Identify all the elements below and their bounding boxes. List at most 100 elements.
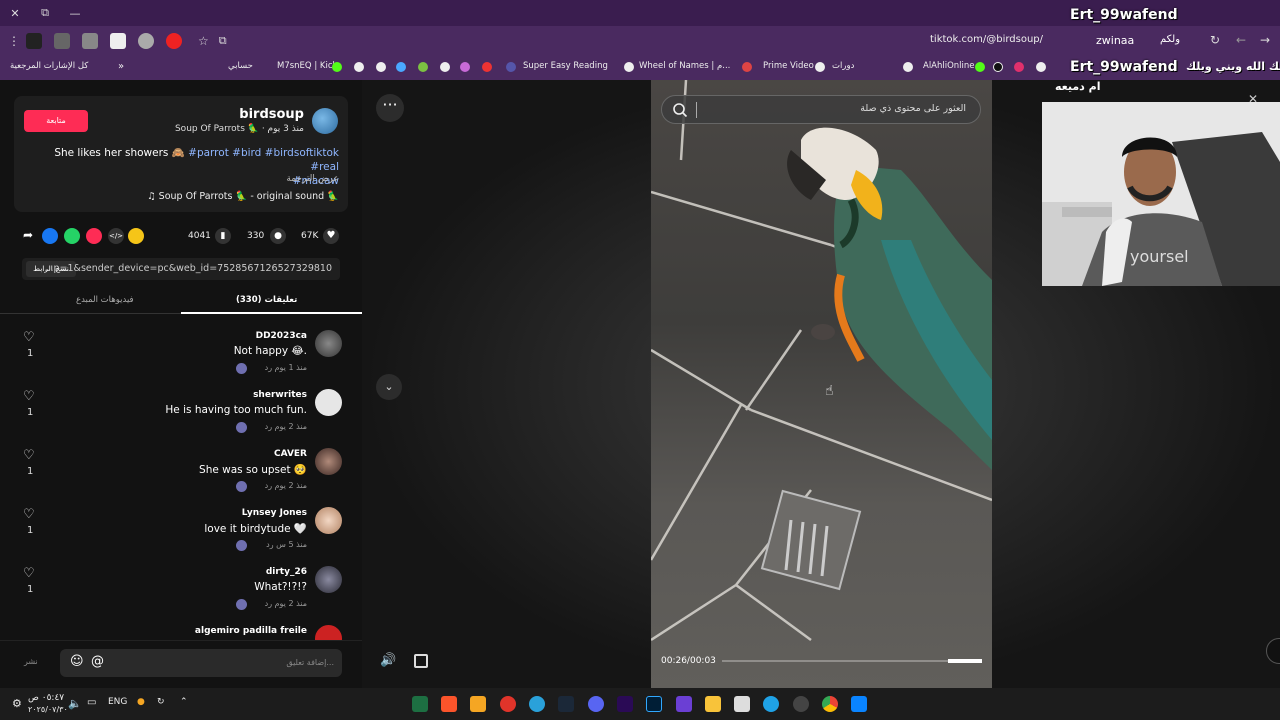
search-icon[interactable] bbox=[672, 102, 688, 118]
extension-icon[interactable] bbox=[110, 33, 126, 49]
clock-date[interactable]: ٢٠٢٥/٠٧/٣٠ bbox=[28, 705, 68, 714]
back-icon[interactable]: → bbox=[1260, 33, 1270, 47]
bookmark-prime-video[interactable]: Prime Video bbox=[763, 61, 814, 71]
post-comment-button[interactable]: نشر bbox=[24, 657, 38, 666]
bookmark-courses[interactable]: دورات bbox=[832, 61, 854, 71]
clock-time[interactable]: ٠٥:٤٧ ص bbox=[28, 693, 64, 703]
chevron-icon[interactable]: » bbox=[118, 61, 124, 72]
menu-icon[interactable]: ⋮ bbox=[8, 34, 20, 48]
app-icon[interactable] bbox=[676, 696, 692, 712]
comment-meta[interactable]: منذ 2 يوم رد bbox=[265, 599, 307, 608]
network-icon[interactable]: ▭ bbox=[87, 697, 96, 708]
comment-author[interactable]: sherwrites bbox=[253, 390, 307, 400]
see-translation-link[interactable]: عرض الترجمة bbox=[286, 174, 339, 184]
tab-comments[interactable]: تعليقات (330) bbox=[236, 295, 297, 305]
related-search-bar[interactable]: العثور على محتوى ذي صلة bbox=[661, 95, 981, 124]
forward-icon[interactable]: ← bbox=[1236, 33, 1246, 47]
store-icon[interactable] bbox=[734, 696, 750, 712]
sync-icon[interactable]: ↻ bbox=[157, 697, 165, 707]
settings-gear-icon[interactable]: ⚙ bbox=[12, 697, 22, 710]
send-icon[interactable] bbox=[86, 228, 102, 244]
comment-meta[interactable]: منذ 2 يوم رد bbox=[265, 481, 307, 490]
close-window-icon[interactable]: ✕ bbox=[0, 7, 30, 20]
extension-icon[interactable] bbox=[54, 33, 70, 49]
heart-icon[interactable]: ♡ bbox=[23, 507, 35, 522]
reload-icon[interactable]: ↻ bbox=[1210, 33, 1220, 47]
chevron-up-icon[interactable]: ⌃ bbox=[180, 697, 188, 707]
heart-icon[interactable]: ♡ bbox=[23, 330, 35, 345]
extensions-puzzle-icon[interactable] bbox=[82, 33, 98, 49]
comment-author[interactable]: Lynsey Jones bbox=[242, 508, 307, 518]
heart-icon[interactable]: ♡ bbox=[23, 389, 35, 404]
comment-input[interactable]: ☺ @ إضافة تعليق... bbox=[60, 649, 342, 677]
brave-browser-icon[interactable] bbox=[441, 696, 457, 712]
app-icon[interactable] bbox=[470, 696, 486, 712]
discord-icon[interactable] bbox=[588, 696, 604, 712]
comment-meta[interactable]: منذ 2 يوم رد bbox=[265, 422, 307, 431]
avatar[interactable] bbox=[315, 625, 342, 640]
comment-author[interactable]: dirty_26 bbox=[266, 567, 307, 577]
comment-author[interactable]: CAVER bbox=[274, 449, 307, 459]
speaker-icon[interactable]: 🔈 bbox=[68, 697, 82, 710]
bookmark-all[interactable]: كل الإشارات المرجعية bbox=[10, 61, 88, 71]
avatar[interactable] bbox=[315, 448, 342, 475]
share-page-icon[interactable]: ⧉ bbox=[219, 34, 227, 48]
follow-button[interactable]: متابعة bbox=[24, 110, 88, 132]
minimize-window-icon[interactable]: — bbox=[60, 7, 90, 20]
bookmark-kick[interactable]: M7snEQ | Kick bbox=[277, 61, 337, 71]
username[interactable]: birdsoup bbox=[239, 107, 304, 122]
url-field[interactable]: tiktok.com/@birdsoup/ bbox=[930, 34, 1043, 45]
volume-icon[interactable]: 🔊 bbox=[380, 653, 396, 668]
extension-icon[interactable] bbox=[138, 33, 154, 49]
extension-icon[interactable] bbox=[26, 33, 42, 49]
share-link-text[interactable]: ...p=1&sender_device=pc&web_id=752856712… bbox=[44, 263, 332, 274]
tab-creator-videos[interactable]: فيديوهات المبدع bbox=[76, 295, 134, 305]
chrome-icon[interactable] bbox=[822, 696, 838, 712]
whatsapp-icon[interactable] bbox=[64, 228, 80, 244]
next-video-chevron-down-icon[interactable]: ⌄ bbox=[376, 374, 402, 400]
comment-meta[interactable]: منذ 5 س رد bbox=[266, 540, 307, 549]
edge-icon[interactable] bbox=[763, 696, 779, 712]
youtube-extension-icon[interactable] bbox=[166, 33, 182, 49]
bookmark-alahli[interactable]: AlAhliOnline bbox=[923, 61, 975, 71]
heart-icon[interactable]: ♡ bbox=[23, 566, 35, 581]
bookmark-my-account[interactable]: حسابي bbox=[228, 61, 253, 71]
telegram-icon[interactable] bbox=[529, 696, 545, 712]
sound-link[interactable]: ♫ Soup Of Parrots 🦜 - original sound 🦜 bbox=[147, 191, 339, 202]
emoji-icon[interactable] bbox=[128, 228, 144, 244]
photoshop-icon[interactable] bbox=[646, 696, 662, 712]
avatar[interactable] bbox=[315, 566, 342, 593]
heart-icon[interactable]: ♡ bbox=[23, 448, 35, 463]
premiere-pro-icon[interactable] bbox=[617, 696, 633, 712]
obs-icon[interactable] bbox=[793, 696, 809, 712]
more-options-button[interactable]: ··· bbox=[376, 94, 404, 122]
bookmark-wheel-of-names[interactable]: Wheel of Names | م... bbox=[639, 61, 730, 71]
excel-icon[interactable] bbox=[412, 696, 428, 712]
star-bookmark-icon[interactable]: ☆ bbox=[198, 34, 209, 48]
like-heart-icon[interactable]: ♥ bbox=[323, 228, 339, 244]
embed-icon[interactable]: </> bbox=[108, 228, 124, 244]
avatar[interactable] bbox=[315, 389, 342, 416]
facebook-icon[interactable] bbox=[42, 228, 58, 244]
comment-meta[interactable]: منذ 1 يوم رد bbox=[265, 363, 307, 372]
steam-icon[interactable] bbox=[558, 696, 574, 712]
microphone-icon[interactable]: ● bbox=[137, 697, 145, 707]
input-language[interactable]: ENG bbox=[108, 697, 127, 707]
app-icon[interactable] bbox=[500, 696, 516, 712]
restore-window-icon[interactable]: ⧉ bbox=[30, 6, 60, 20]
comment-author[interactable]: algemiro padilla freile bbox=[195, 626, 307, 636]
share-arrow-icon[interactable]: ➦ bbox=[20, 228, 36, 244]
avatar[interactable] bbox=[315, 507, 342, 534]
emoji-icon[interactable]: ☺ bbox=[70, 654, 84, 669]
mention-icon[interactable]: @ bbox=[91, 654, 104, 669]
bookmark-icon[interactable]: ▮ bbox=[215, 228, 231, 244]
bookmark-super-easy-reading[interactable]: Super Easy Reading bbox=[523, 61, 608, 71]
video-frame[interactable] bbox=[651, 80, 992, 688]
picture-in-picture-icon[interactable] bbox=[414, 654, 428, 668]
start-menu-icon[interactable] bbox=[851, 696, 867, 712]
hashtags[interactable]: #parrot #bird #birdsoftiktok #real bbox=[188, 147, 339, 173]
file-explorer-icon[interactable] bbox=[705, 696, 721, 712]
comment-author[interactable]: DD2023ca bbox=[256, 331, 307, 341]
comment-icon[interactable]: ● bbox=[270, 228, 286, 244]
progress-bar[interactable] bbox=[722, 659, 982, 663]
